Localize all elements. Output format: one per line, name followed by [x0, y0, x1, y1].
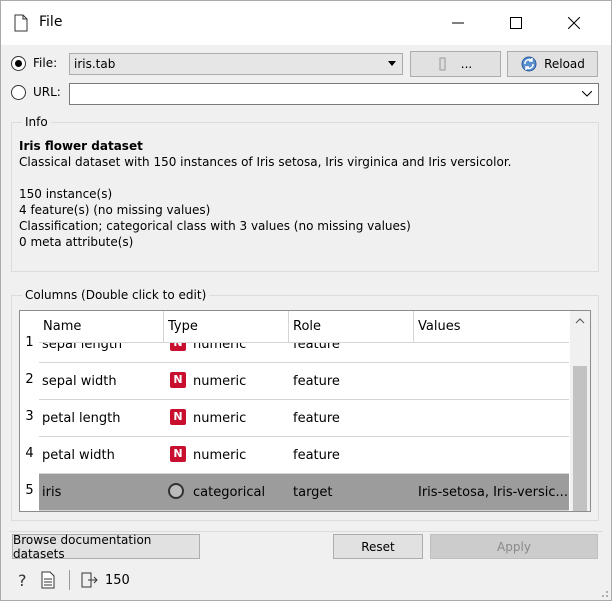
column-name: sepal width: [42, 374, 117, 389]
file-select[interactable]: iris.tab: [69, 53, 403, 75]
reload-label: Reload: [544, 57, 585, 71]
info-content: Iris flower dataset Classical dataset wi…: [19, 138, 511, 250]
file-radio[interactable]: [11, 56, 26, 71]
output-icon: [81, 569, 99, 591]
numeric-type-icon: N: [170, 446, 186, 462]
column-role: feature: [293, 411, 340, 426]
reload-icon: [521, 56, 537, 72]
table-header-overlay: Name Type Role Values: [39, 311, 569, 343]
status-divider: [69, 570, 70, 590]
dataset-name: Iris flower dataset: [19, 139, 143, 153]
scroll-up-icon[interactable]: [570, 311, 590, 331]
close-button[interactable]: [545, 1, 603, 45]
folder-icon: [439, 57, 446, 71]
help-icon[interactable]: ?: [15, 569, 31, 591]
numeric-type-icon: N: [170, 409, 186, 425]
maximize-icon: [510, 17, 522, 29]
column-type: numeric: [193, 448, 247, 463]
chevron-down-icon: [582, 91, 592, 97]
close-icon: [568, 17, 580, 29]
column-role: target: [293, 485, 333, 500]
svg-text:?: ?: [18, 571, 27, 589]
reset-label: Reset: [361, 539, 395, 554]
dropdown-arrow-icon: [388, 61, 396, 66]
table-row-selected[interactable]: iris categorical target Iris-setosa, Iri…: [39, 474, 569, 511]
header-name-label: Name: [39, 311, 164, 343]
header-role-label: Role: [289, 311, 414, 343]
row-number: 3: [25, 409, 34, 424]
scrollbar-thumb[interactable]: [573, 366, 587, 511]
minimize-icon: [452, 22, 464, 24]
dataset-description: Classical dataset with 150 instances of …: [19, 155, 512, 169]
header-type-label: Type: [164, 311, 289, 343]
column-role: feature: [293, 374, 340, 389]
browse-file-button[interactable]: ...: [410, 51, 501, 77]
resize-grip-icon[interactable]: [599, 588, 609, 598]
url-label: URL:: [33, 85, 61, 99]
maximize-button[interactable]: [487, 1, 545, 45]
document-icon: [14, 14, 28, 32]
reload-button[interactable]: Reload: [507, 51, 598, 77]
window-title: File: [39, 14, 63, 30]
column-name: petal length: [42, 411, 121, 426]
column-values: Iris-setosa, Iris-versic...: [418, 485, 568, 500]
file-label: File:: [33, 56, 58, 70]
column-role: feature: [293, 448, 340, 463]
reset-button[interactable]: Reset: [333, 534, 423, 559]
stat-features: 4 feature(s) (no missing values): [19, 203, 211, 217]
stat-meta: 0 meta attribute(s): [19, 235, 134, 249]
header-values-label: Values: [418, 319, 461, 334]
file-select-value: iris.tab: [74, 57, 116, 71]
column-type: categorical: [193, 485, 266, 500]
info-group-title: Info: [22, 115, 51, 129]
output-count: 150: [105, 572, 130, 588]
stat-classification: Classification; categorical class with 3…: [19, 219, 411, 233]
title-bar: File: [1, 1, 611, 45]
row-number: 5: [25, 483, 34, 498]
column-name: petal width: [42, 448, 115, 463]
numeric-type-icon: N: [170, 372, 186, 388]
row-number: 4: [25, 446, 34, 461]
file-widget-window: File File: iris.tab ... Reload URL: Info…: [0, 0, 612, 601]
minimize-button[interactable]: [429, 1, 487, 45]
column-type: numeric: [193, 374, 247, 389]
columns-table[interactable]: Name Type Role Values 1 sepal length N n…: [19, 310, 591, 512]
table-row[interactable]: petal width N numeric feature: [39, 437, 569, 474]
apply-label: Apply: [497, 539, 531, 554]
categorical-type-icon: [168, 483, 184, 499]
table-row[interactable]: sepal width N numeric feature: [39, 363, 569, 400]
table-row[interactable]: petal length N numeric feature: [39, 400, 569, 437]
column-type: numeric: [193, 411, 247, 426]
browse-file-label: ...: [460, 57, 473, 71]
apply-button[interactable]: Apply: [430, 534, 598, 559]
stat-instances: 150 instance(s): [19, 187, 113, 201]
columns-group-title: Columns (Double click to edit): [22, 288, 210, 302]
report-icon[interactable]: [41, 569, 55, 591]
url-radio[interactable]: [11, 85, 26, 100]
row-number: 1: [25, 335, 34, 350]
url-input[interactable]: [69, 83, 599, 105]
row-number: 2: [25, 372, 34, 387]
vertical-scrollbar[interactable]: [570, 311, 590, 511]
browse-docs-button[interactable]: Browse documentation datasets: [12, 532, 200, 561]
browse-docs-label: Browse documentation datasets: [13, 532, 152, 561]
column-name: iris: [42, 485, 62, 500]
